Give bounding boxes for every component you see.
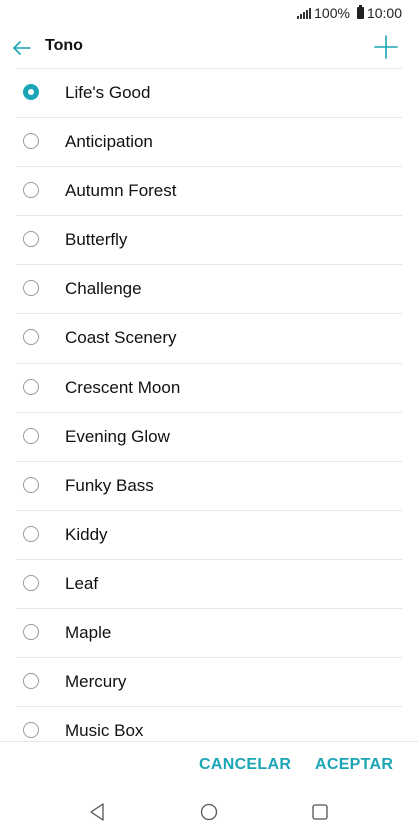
action-bar: CANCELAR ACEPTAR xyxy=(0,741,418,790)
radio-button[interactable] xyxy=(23,182,39,199)
radio-button[interactable] xyxy=(23,133,39,150)
ringtone-item[interactable]: Evening Glow xyxy=(0,413,418,462)
ringtone-label: Mercury xyxy=(65,672,127,692)
ringtone-label: Coast Scenery xyxy=(65,328,177,348)
ringtone-item[interactable]: Challenge xyxy=(0,265,418,315)
signal-icon xyxy=(297,7,312,19)
nav-recents-button[interactable] xyxy=(309,801,331,823)
ringtone-label: Challenge xyxy=(65,279,142,299)
radio-button[interactable] xyxy=(23,280,39,297)
radio-button[interactable] xyxy=(23,427,39,444)
battery-icon xyxy=(356,5,364,19)
ringtone-label: Funky Bass xyxy=(65,475,154,495)
ringtone-item[interactable]: Funky Bass xyxy=(0,462,418,511)
ringtone-label: Autumn Forest xyxy=(65,181,177,201)
back-button[interactable] xyxy=(10,36,34,60)
navigation-bar xyxy=(0,789,418,836)
ringtone-item[interactable]: Music Box xyxy=(0,707,418,741)
battery-percent: 100% xyxy=(314,5,350,21)
nav-back-icon xyxy=(90,803,104,821)
status-right: 100% 10:00 xyxy=(297,4,402,22)
ringtone-label: Maple xyxy=(65,623,112,643)
ringtone-label: Evening Glow xyxy=(65,426,170,446)
ringtone-item[interactable]: Autumn Forest xyxy=(0,167,418,217)
ringtone-item[interactable]: Kiddy xyxy=(0,511,418,560)
nav-home-button[interactable] xyxy=(198,801,220,823)
ringtone-item[interactable]: Leaf xyxy=(0,560,418,610)
status-bar: 100% 10:00 xyxy=(0,0,418,26)
radio-button[interactable] xyxy=(23,673,39,690)
nav-back-button[interactable] xyxy=(87,801,109,823)
radio-button[interactable] xyxy=(23,329,39,346)
ringtone-label: Anticipation xyxy=(65,132,153,152)
ringtone-item[interactable]: Maple xyxy=(0,609,418,659)
accept-button[interactable]: ACEPTAR xyxy=(315,756,393,774)
ringtone-label: Crescent Moon xyxy=(65,377,181,397)
radio-button[interactable] xyxy=(23,722,39,739)
ringtone-label: Music Box xyxy=(65,721,144,741)
status-time: 10:00 xyxy=(366,5,402,21)
ringtone-label: Kiddy xyxy=(65,524,108,544)
radio-button[interactable] xyxy=(23,476,39,493)
ringtone-screen: 100% 10:00 Tono Life's Good Anticipation… xyxy=(0,0,418,836)
radio-button[interactable] xyxy=(23,525,39,542)
radio-button[interactable] xyxy=(23,574,39,591)
ringtone-label: Leaf xyxy=(65,573,99,593)
radio-button[interactable] xyxy=(23,624,39,641)
ringtone-label: Butterfly xyxy=(65,230,128,250)
cancel-button[interactable]: CANCELAR xyxy=(199,756,291,774)
radio-button[interactable] xyxy=(23,378,39,395)
ringtone-item[interactable]: Life's Good xyxy=(0,69,418,119)
app-bar: Tono xyxy=(0,26,418,68)
plus-icon xyxy=(374,35,398,59)
ringtone-label: Life's Good xyxy=(65,83,151,102)
radio-button[interactable] xyxy=(23,84,39,100)
ringtone-item[interactable]: Butterfly xyxy=(0,216,418,266)
ringtone-item[interactable]: Mercury xyxy=(0,658,418,708)
page-title: Tono xyxy=(45,37,83,54)
nav-home-icon xyxy=(200,803,218,821)
nav-recents-icon xyxy=(312,804,328,820)
ringtone-list[interactable]: Life's Good Anticipation Autumn Forest B… xyxy=(0,69,418,741)
ringtone-item[interactable]: Coast Scenery xyxy=(0,314,418,364)
ringtone-item[interactable]: Crescent Moon xyxy=(0,364,418,413)
ringtone-item[interactable]: Anticipation xyxy=(0,118,418,168)
arrow-left-icon xyxy=(13,41,31,55)
radio-button[interactable] xyxy=(23,231,39,248)
add-ringtone-button[interactable] xyxy=(372,33,400,61)
